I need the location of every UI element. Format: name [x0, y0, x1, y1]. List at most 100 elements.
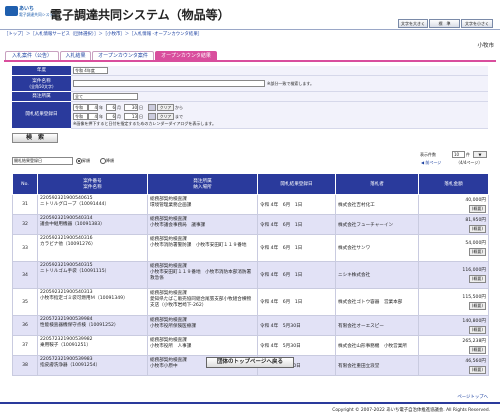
- header-divider: [0, 29, 500, 30]
- row-winner: 株式会社山形事務機 小牧営業所: [335, 335, 419, 356]
- row-summary-button[interactable]: (概要): [468, 204, 486, 213]
- row-summary-button[interactable]: (概要): [468, 224, 486, 233]
- row-date: 令和 4年 6月 1日: [257, 288, 336, 316]
- row-place: 小牧市役所 人事課: [150, 344, 192, 349]
- to-calendar-icon[interactable]: [148, 113, 156, 120]
- row-date: 令和 4年 6月 1日: [257, 234, 336, 262]
- row-dept: 総務部契約検査課 環境管理業務企画課: [147, 194, 258, 215]
- row-winner: 有限会社オーエスピー: [335, 315, 419, 336]
- row-amount-cell: 115,500円 (概要): [418, 288, 489, 316]
- table-row: 32 2205923219005403​14 議会中継用機器（10091383） 総務…: [12, 214, 489, 235]
- sort-desc-label: 降順: [106, 158, 114, 163]
- col-case-text: 案件番号 案件名称: [83, 179, 102, 190]
- row-date: 令和 4年 5月30日: [257, 315, 336, 336]
- row-case[interactable]: 22059232190054031​5 ニトリルゴム手袋（10091115）: [37, 261, 148, 289]
- font-large-button[interactable]: 文字を大きく: [398, 19, 428, 28]
- row-no: 32: [12, 214, 38, 235]
- row-date: 令和 4年 6月 1日: [257, 214, 336, 235]
- row-no: 36: [12, 315, 38, 336]
- logo-text-top: あいち: [19, 6, 35, 12]
- row-place: 小牧市役所保険医療課: [150, 324, 196, 329]
- row-case[interactable]: 22057232190053998​2 乗用鞍子（10091251）: [37, 335, 148, 356]
- to-word: まで: [175, 114, 183, 119]
- footer-divider: [0, 402, 500, 404]
- system-title: 電子調達共同システム（物品等）: [50, 8, 230, 22]
- back-to-org-top-button[interactable]: 団体のトップページへ戻る: [206, 357, 294, 368]
- font-small-button[interactable]: 文字を小さく: [461, 19, 493, 28]
- row-amount-cell: 81,950円 (概要): [418, 214, 489, 235]
- row-case-name[interactable]: 議会中継用機器（10091383）: [40, 221, 145, 227]
- org-name: 小牧市: [477, 43, 494, 49]
- row-summary-button[interactable]: (概要): [468, 325, 486, 334]
- row-date: 令和 4年 6月 1日: [257, 194, 336, 215]
- case-name-input[interactable]: [73, 80, 265, 87]
- from-calendar-icon[interactable]: [148, 104, 156, 111]
- row-case[interactable]: 2205923219005403​14 議会中継用機器（10091383）: [37, 214, 148, 235]
- from-year-unit: 年: [99, 105, 103, 110]
- prev-page-link[interactable]: ◀ 前ページ: [421, 160, 441, 166]
- per-page-label-text: 表示件数: [420, 152, 436, 157]
- logo: あいち 電子調達共同システム: [4, 4, 57, 23]
- row-summary-button[interactable]: (概要): [468, 365, 486, 374]
- table-header-row: No. 案件番号 案件名称 発注所属 納入場所 開札結果登録日 落札者 落札金額: [12, 173, 489, 195]
- row-case-name[interactable]: 性能検査器機保守点検（10091252）: [40, 322, 145, 328]
- row-no: 33: [12, 234, 38, 262]
- row-case[interactable]: 22057232190053998​3 指皮膚洗浄器（10091254）: [37, 355, 148, 376]
- from-day-input[interactable]: 30: [124, 104, 138, 111]
- col-dept: 発注所属 納入場所: [147, 173, 258, 195]
- row-no: 35: [12, 288, 38, 316]
- row-amount-cell: 40,000円 (概要): [418, 194, 489, 215]
- to-era-select[interactable]: 令和: [73, 113, 88, 120]
- row-case[interactable]: 22059232190054031​6 カラビナ他（10091276）: [37, 234, 148, 262]
- year-select[interactable]: 令和 4年度: [73, 67, 108, 74]
- row-case-name[interactable]: 乗用鞍子（10091251）: [40, 342, 145, 348]
- per-page-change-button[interactable]: ▼: [473, 151, 487, 158]
- sort-asc-label: 昇順: [82, 158, 90, 163]
- row-case[interactable]: 22057232190053998​4 性能検査器機保守点検（10091252）: [37, 315, 148, 336]
- row-case-name[interactable]: 小牧市指定ゴミ袋可燃用Ｍ（10091349）: [40, 295, 145, 301]
- dept-label: 発注所属: [12, 92, 71, 101]
- row-winner: 株式会社フューチャーイン: [335, 214, 419, 235]
- breadcrumb[interactable]: ［トップ］＞［入札情報サービス（団体選択）］＞［小牧市］＞［入札情報 -オープン…: [4, 31, 202, 37]
- page-info: （4/4ページ）: [456, 160, 483, 165]
- search-button[interactable]: 検 索: [12, 133, 58, 143]
- row-winner: 株式会社ゴトウ容器 営業本部: [335, 288, 419, 316]
- per-page-unit: 件: [466, 152, 470, 157]
- prev-page-text[interactable]: 前ページ: [425, 160, 441, 165]
- row-summary-button[interactable]: (概要): [468, 345, 486, 354]
- per-page-select[interactable]: 10: [452, 151, 465, 158]
- to-month-input[interactable]: 6: [106, 113, 116, 120]
- page-top-link[interactable]: ページトップへ: [457, 394, 488, 400]
- row-winner: 有限会社重田立浪堂: [335, 355, 419, 376]
- table-row: 35 22059232190054031​3 小牧市指定ゴミ袋可燃用Ｍ（100913…: [12, 288, 489, 316]
- row-winner: 株式会社サンワ: [335, 234, 419, 262]
- to-day-input[interactable]: 13: [124, 113, 138, 120]
- from-month-input[interactable]: 6: [106, 104, 116, 111]
- dept-select[interactable]: 全て: [73, 93, 138, 100]
- row-dept: 総務部契約検査課 小牧市役所 人事課: [147, 335, 258, 356]
- sort-select[interactable]: 開札結果登録日: [12, 157, 73, 165]
- to-clear-button[interactable]: クリア: [157, 113, 174, 120]
- row-case-name[interactable]: ニトリルゴム手袋（10091115）: [40, 268, 145, 274]
- row-amount-cell: 116,000円 (概要): [418, 261, 489, 289]
- row-summary-button[interactable]: (概要): [468, 275, 486, 283]
- from-era-select[interactable]: 令和: [73, 104, 88, 111]
- row-case[interactable]: 22059232190054061​5 ニトリルグローブ（10091444）: [37, 194, 148, 215]
- row-summary-button[interactable]: (概要): [468, 248, 486, 256]
- row-amount-cell: 265,238円 (概要): [418, 335, 489, 356]
- from-clear-button[interactable]: クリア: [157, 104, 174, 111]
- row-case-name[interactable]: ニトリルグローブ（10091444）: [40, 201, 145, 207]
- to-month-unit: 月: [117, 114, 121, 119]
- from-month-unit: 月: [117, 105, 121, 110]
- row-case[interactable]: 22059232190054031​3 小牧市指定ゴミ袋可燃用Ｍ（10091349…: [37, 288, 148, 316]
- row-summary-button[interactable]: (概要): [468, 302, 486, 310]
- row-case-name[interactable]: 指皮膚洗浄器（10091254）: [40, 362, 145, 368]
- from-year-input[interactable]: 4: [88, 104, 98, 111]
- row-place: 愛知県たばこ販売協同組合尾張支部小牧組合横物支店（小牧市岩崎下-262）: [150, 297, 252, 308]
- font-standard-button[interactable]: 標 準: [429, 19, 460, 28]
- row-no: 38: [12, 355, 38, 376]
- col-no: No.: [12, 173, 38, 195]
- to-year-input[interactable]: 4: [88, 113, 98, 120]
- row-case-name[interactable]: カラビナ他（10091276）: [40, 241, 145, 247]
- row-winner: ニシキ株式会社: [335, 261, 419, 289]
